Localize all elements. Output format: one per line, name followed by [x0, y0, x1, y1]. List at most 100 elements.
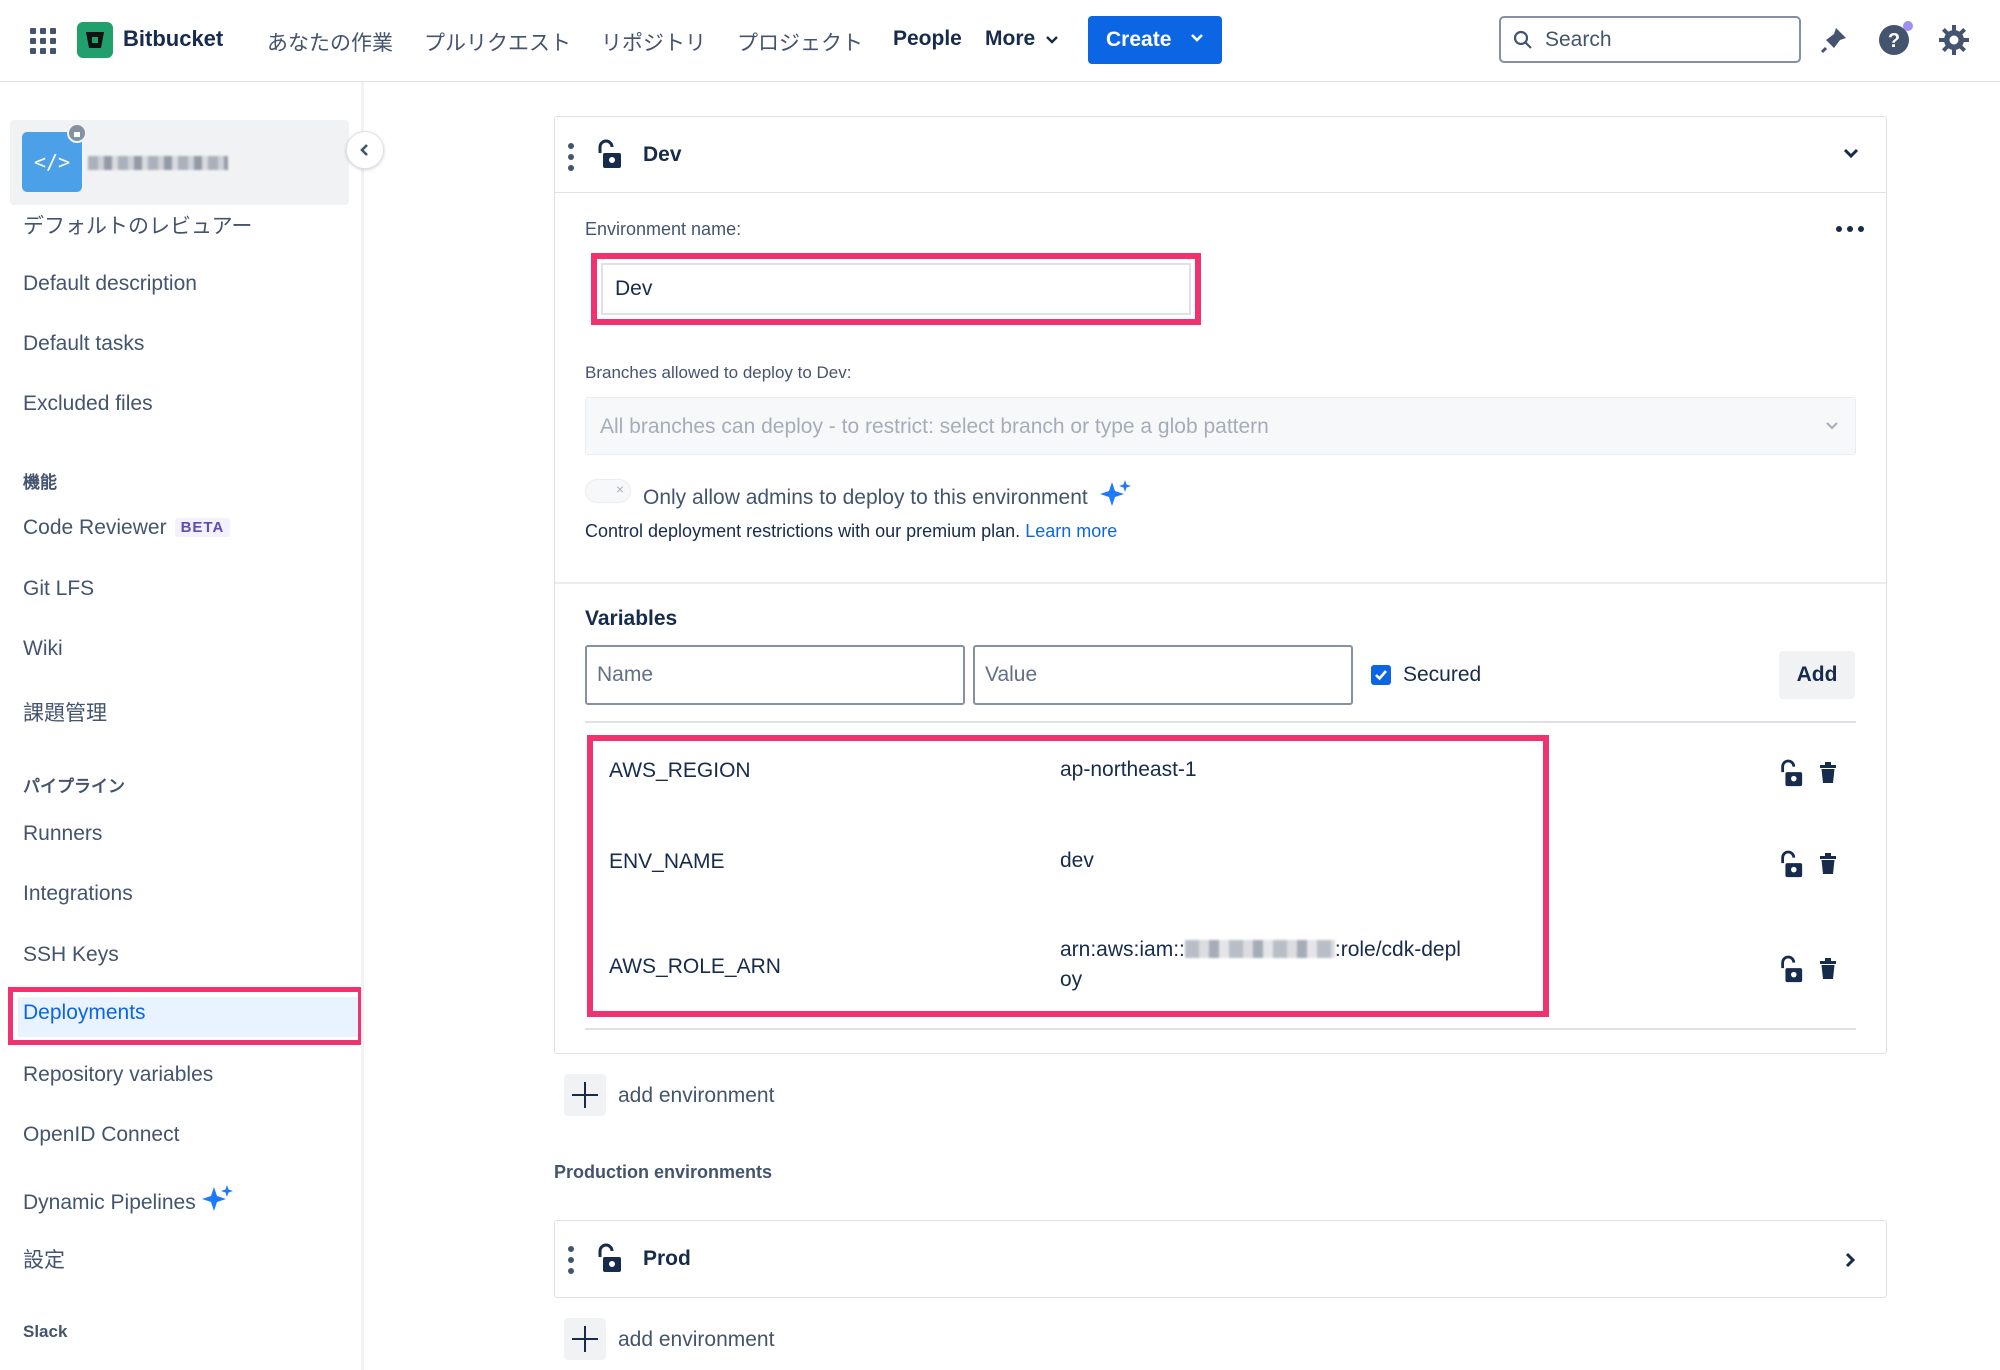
nav-projects[interactable]: プロジェクト: [737, 27, 863, 57]
search-icon: [1513, 30, 1532, 49]
chevron-down-icon[interactable]: [1842, 147, 1860, 161]
nav-more[interactable]: More: [985, 27, 1059, 51]
create-button[interactable]: Create: [1088, 16, 1222, 64]
admin-only-label-text: Only allow admins to deploy to this envi…: [643, 486, 1088, 509]
beta-badge: BETA: [174, 518, 231, 537]
private-lock-icon: [67, 123, 87, 143]
variable-value: dev: [1060, 849, 1094, 872]
divider: [555, 582, 1886, 584]
sidebar-item-runners[interactable]: Runners: [23, 822, 102, 846]
unlock-icon[interactable]: [595, 1243, 623, 1275]
sidebar-item-settings[interactable]: 設定: [23, 1244, 65, 1274]
variable-value-input[interactable]: [973, 645, 1353, 705]
sparkle-icon: [201, 1185, 233, 1211]
settings-gear-icon[interactable]: [1938, 24, 1970, 56]
drag-handle-icon[interactable]: [567, 142, 575, 172]
trash-icon[interactable]: [1819, 762, 1837, 784]
bitbucket-logo-icon[interactable]: [77, 22, 113, 58]
variable-value: arn:aws:iam:::role/cdk-depl oy: [1060, 935, 1461, 995]
section-heading-slack: Slack: [23, 1322, 68, 1341]
sidebar-item-default-reviewers[interactable]: デフォルトのレビュアー: [23, 210, 252, 240]
add-environment-button[interactable]: add environment: [564, 1074, 864, 1118]
nav-people[interactable]: People: [893, 27, 962, 51]
sidebar-item-dynamic-pipelines[interactable]: Dynamic Pipelines: [23, 1183, 234, 1215]
sidebar-item-ssh-keys[interactable]: SSH Keys: [23, 943, 119, 967]
premium-notice: Control deployment restrictions with our…: [585, 521, 1117, 542]
production-section-heading: Production environments: [554, 1162, 773, 1182]
chevron-left-icon: [360, 144, 368, 156]
unlock-icon[interactable]: [1778, 759, 1804, 789]
environment-header[interactable]: Dev: [555, 117, 1886, 193]
plus-icon: [564, 1318, 606, 1360]
sidebar-item-label: Code Reviewer: [23, 516, 167, 539]
learn-more-link[interactable]: Learn more: [1025, 521, 1117, 541]
environment-name-input[interactable]: [601, 263, 1191, 315]
variable-name: AWS_ROLE_ARN: [609, 955, 781, 978]
help-icon[interactable]: ?: [1876, 20, 1916, 60]
chevron-down-icon: [1826, 422, 1838, 430]
add-environment-label: add environment: [618, 1328, 775, 1351]
top-navigation: Bitbucket あなたの作業 プルリクエスト リポジトリ プロジェクト Pe…: [0, 0, 2000, 82]
sidebar-item-repository-variables[interactable]: Repository variables: [23, 1063, 213, 1087]
account-id-redacted: [1184, 940, 1335, 958]
app-switcher-icon[interactable]: [30, 28, 56, 54]
branch-restriction-select[interactable]: All branches can deploy - to restrict: s…: [585, 397, 1856, 455]
unlock-icon[interactable]: [1778, 955, 1804, 985]
environment-name-highlight: [591, 253, 1201, 325]
sidebar-item-default-tasks[interactable]: Default tasks: [23, 332, 144, 356]
sidebar-item-label: Dynamic Pipelines: [23, 1191, 196, 1214]
more-options-icon[interactable]: [1835, 225, 1865, 233]
search-box[interactable]: [1499, 16, 1801, 63]
divider: [585, 721, 1856, 723]
branch-select-placeholder: All branches can deploy - to restrict: s…: [600, 415, 1269, 438]
sidebar-item-git-lfs[interactable]: Git LFS: [23, 577, 94, 601]
branches-label: Branches allowed to deploy to Dev:: [585, 363, 852, 382]
nav-pull-requests[interactable]: プルリクエスト: [424, 27, 571, 57]
secured-label: Secured: [1403, 663, 1482, 686]
sidebar-item-wiki[interactable]: Wiki: [23, 637, 63, 661]
search-input[interactable]: [1545, 26, 1785, 54]
variable-name: AWS_REGION: [609, 759, 751, 782]
secured-checkbox[interactable]: [1371, 665, 1391, 685]
nav-your-work[interactable]: あなたの作業: [267, 27, 393, 57]
chevron-down-icon: [1191, 34, 1203, 42]
arn-wrap: oy: [1060, 968, 1083, 991]
section-heading-pipelines: パイプライン: [23, 777, 125, 796]
trash-icon[interactable]: [1819, 853, 1837, 875]
sidebar-item-code-reviewer[interactable]: Code Reviewer BETA: [23, 516, 231, 540]
arn-prefix: arn:aws:iam::: [1060, 938, 1185, 961]
environment-title: Prod: [643, 1247, 691, 1270]
environment-card-dev: Dev Environment name: Branches allowed t…: [554, 116, 1887, 1054]
sidebar-item-deployments[interactable]: Deployments: [8, 987, 361, 1045]
repository-header[interactable]: </>: [10, 120, 349, 205]
variable-name: ENV_NAME: [609, 850, 725, 873]
variable-value: ap-northeast-1: [1060, 758, 1197, 781]
checkmark-icon: [1375, 670, 1387, 681]
add-environment-button[interactable]: add environment: [564, 1318, 864, 1362]
sidebar-item-openid-connect[interactable]: OpenID Connect: [23, 1123, 179, 1147]
unlock-icon[interactable]: [1778, 850, 1804, 880]
drag-handle-icon[interactable]: [567, 1245, 575, 1275]
sidebar-item-default-description[interactable]: Default description: [23, 272, 197, 296]
admin-only-label: Only allow admins to deploy to this envi…: [643, 478, 1132, 510]
unlock-icon[interactable]: [595, 139, 623, 171]
sidebar-item-issue-tracker[interactable]: 課題管理: [23, 697, 107, 727]
arn-suffix: :role/cdk-depl: [1334, 938, 1461, 961]
sidebar-item-excluded-files[interactable]: Excluded files: [23, 392, 153, 416]
sparkle-icon: [1099, 480, 1131, 506]
environment-card-prod[interactable]: Prod: [554, 1220, 1887, 1298]
environment-title: Dev: [643, 143, 682, 166]
trash-icon[interactable]: [1819, 958, 1837, 980]
variable-name-input[interactable]: [585, 645, 965, 705]
nav-repositories[interactable]: リポジトリ: [601, 27, 706, 57]
admin-only-toggle[interactable]: ×: [585, 479, 631, 503]
plus-icon: [564, 1074, 606, 1116]
collapse-sidebar-button[interactable]: [346, 131, 384, 169]
add-variable-button[interactable]: Add: [1779, 651, 1855, 699]
toggle-off-icon: ×: [615, 481, 624, 497]
sidebar-item-integrations[interactable]: Integrations: [23, 882, 133, 906]
notifications-icon[interactable]: [1818, 24, 1850, 56]
chevron-right-icon[interactable]: [1844, 1251, 1856, 1269]
brand-name[interactable]: Bitbucket: [123, 26, 223, 52]
repository-name-redacted: [88, 156, 228, 170]
